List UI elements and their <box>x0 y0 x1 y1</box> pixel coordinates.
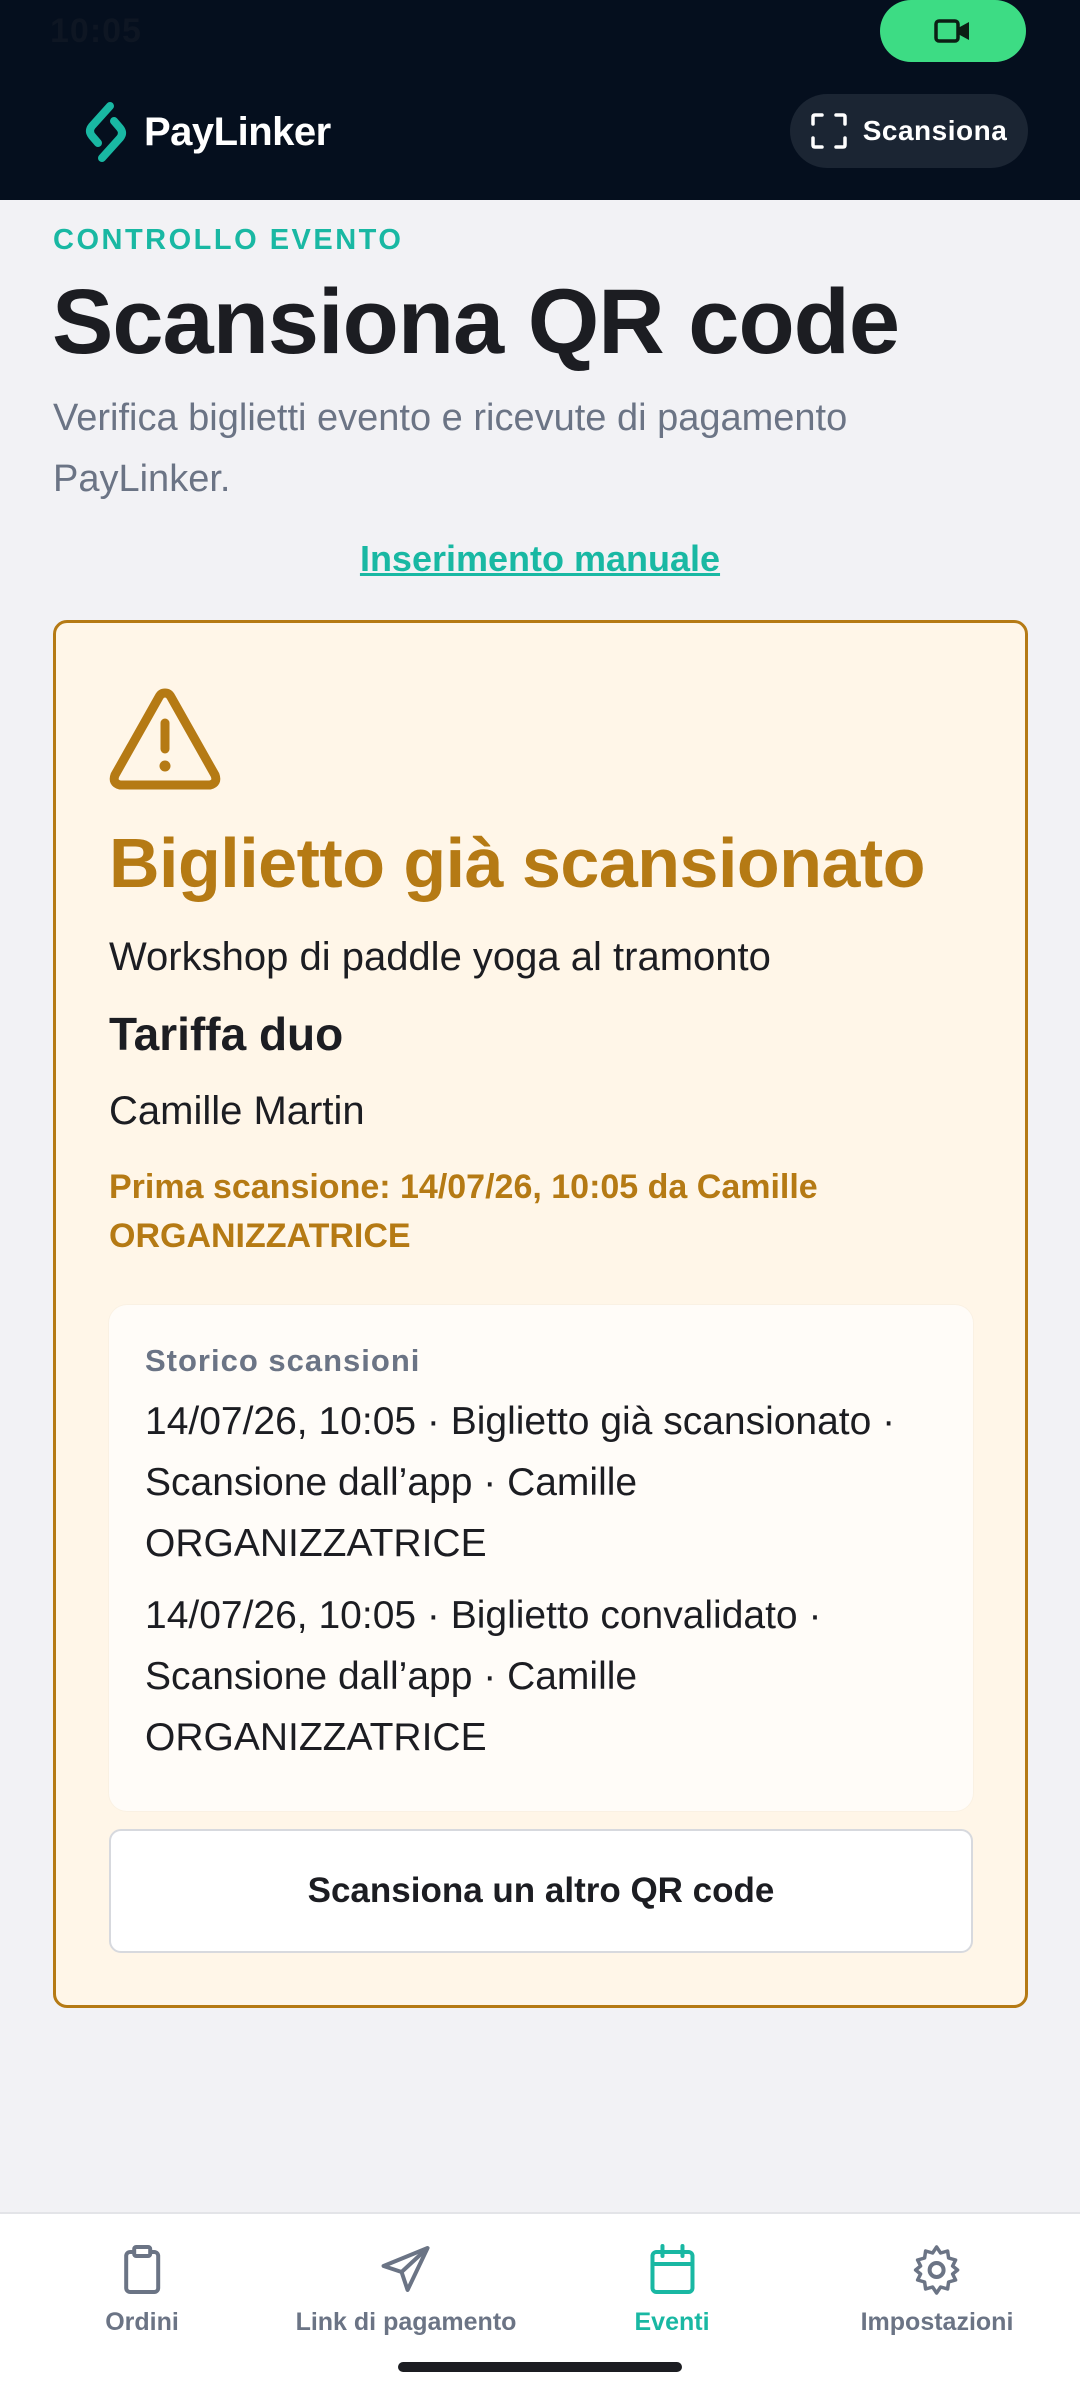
nav-label-events: Eventi <box>634 2308 710 2336</box>
page-title: Scansiona QR code <box>52 271 900 373</box>
nav-item-orders[interactable]: Ordini <box>105 2242 179 2342</box>
nav-item-payment-links[interactable]: Link di pagamento <box>295 2242 517 2342</box>
clipboard-icon <box>123 2245 160 2294</box>
scan-result-card: Biglietto già scansionato Workshop di pa… <box>53 620 1028 2008</box>
scan-history-panel: Storico scansioni 14/07/26, 10:05 · Bigl… <box>109 1305 973 1811</box>
header-scan-label: Scansiona <box>862 115 1008 146</box>
scan-another-button[interactable]: Scansiona un altro QR code <box>109 1829 973 1953</box>
paylinker-logo-icon <box>86 102 126 162</box>
home-indicator[interactable] <box>398 2362 682 2372</box>
status-bar-time: 10:05 <box>50 12 142 50</box>
brand-logo: PayLinker <box>82 100 331 164</box>
screen-recording-indicator[interactable] <box>880 0 1026 62</box>
brand-name: PayLinker <box>144 109 331 154</box>
ticket-tariff: Tariffa duo <box>109 1008 344 1060</box>
scan-history-entry: 14/07/26, 10:05 · Biglietto convalidato … <box>145 1594 822 1759</box>
nav-label-settings: Impostazioni <box>860 2308 1014 2336</box>
nav-label-orders: Ordini <box>105 2308 179 2336</box>
send-icon <box>381 2246 430 2292</box>
result-title: Biglietto già scansionato <box>109 824 925 902</box>
first-scan-info: Prima scansione: 14/07/26, 10:05 da Cami… <box>109 1168 818 1255</box>
nav-item-settings[interactable]: Impostazioni <box>860 2242 1014 2342</box>
warning-triangle-icon <box>109 688 221 790</box>
nav-label-payment-links: Link di pagamento <box>295 2308 517 2336</box>
scan-history-entry: 14/07/26, 10:05 · Biglietto già scansion… <box>145 1400 896 1565</box>
page-subtitle: Verifica biglietti evento e ricevute di … <box>53 397 848 500</box>
ticket-holder: Camille Martin <box>109 1089 365 1133</box>
manual-entry-link[interactable]: Inserimento manuale <box>0 538 1080 580</box>
event-name: Workshop di paddle yoga al tramonto <box>109 935 771 979</box>
calendar-icon <box>650 2244 694 2294</box>
scan-history-title: Storico scansioni <box>145 1343 421 1378</box>
video-camera-icon <box>934 19 969 43</box>
gear-icon <box>914 2245 960 2295</box>
header-scan-button[interactable]: Scansiona <box>790 94 1028 168</box>
nav-item-events[interactable]: Eventi <box>634 2242 710 2342</box>
scan-frame-icon <box>810 113 847 149</box>
app-header: 10:05 PayLinker Scansiona <box>0 0 1080 200</box>
section-eyebrow: CONTROLLO EVENTO <box>53 224 404 256</box>
